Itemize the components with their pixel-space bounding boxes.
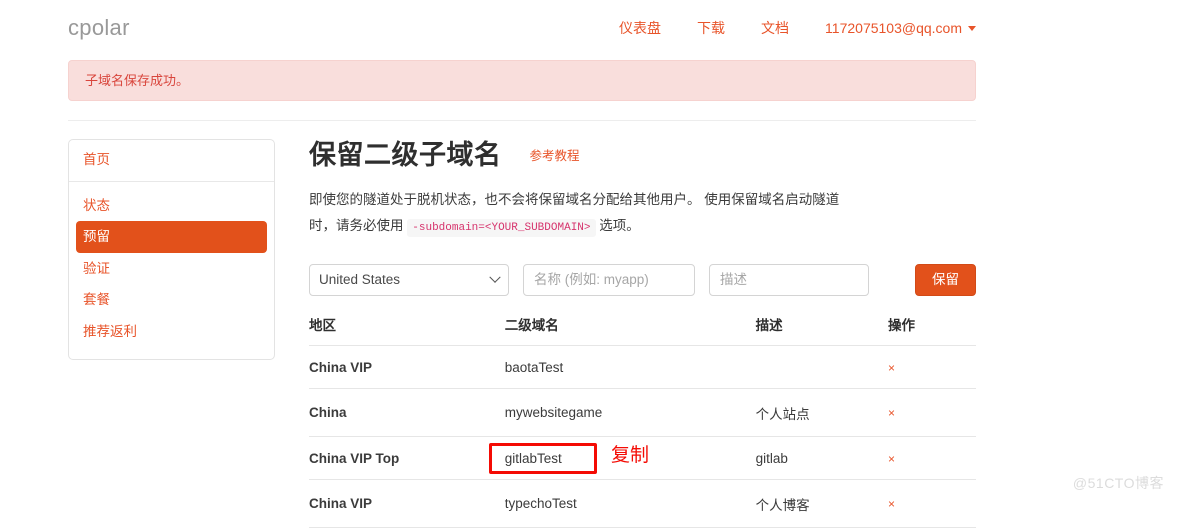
delete-icon[interactable]: × — [888, 497, 895, 511]
sidebar-item-referral[interactable]: 推荐返利 — [76, 316, 267, 348]
description-text-part2: 选项。 — [599, 218, 640, 234]
table-header-row: 地区 二级域名 描述 操作 — [309, 314, 976, 346]
sidebar-item-plans[interactable]: 套餐 — [76, 284, 267, 316]
subdomain-name-input[interactable] — [523, 263, 695, 296]
alert-container: 子域名保存成功。 — [0, 56, 1184, 101]
column-header-region: 地区 — [309, 317, 336, 333]
sidebar-menu: 状态 预留 验证 套餐 推荐返利 — [69, 182, 274, 360]
cell-description: gitlab — [755, 435, 888, 479]
table-row: China VIP Top gitlabTest gitlab × — [309, 435, 976, 479]
cell-action: × — [887, 435, 976, 479]
column-header-description: 描述 — [755, 317, 783, 333]
nav-item-download[interactable]: 下载 — [697, 18, 725, 38]
page-description: 即使您的隧道处于脱机状态，也不会将保留域名分配给其他用户。 使用保留域名启动隧道… — [309, 187, 854, 240]
cell-region: China VIP — [309, 478, 505, 528]
page-layout: 首页 状态 预留 验证 套餐 推荐返利 保留二级子域名 参考教程 即使您的隧道处… — [0, 121, 1184, 528]
tutorial-link[interactable]: 参考教程 — [530, 145, 580, 164]
sidebar: 首页 状态 预留 验证 套餐 推荐返利 — [68, 139, 275, 361]
site-header: cpolar 仪表盘 下载 文档 1172075103@qq.com — [0, 0, 1184, 56]
sidebar-item-verify[interactable]: 验证 — [76, 253, 267, 285]
brand-logo[interactable]: cpolar — [68, 15, 130, 41]
nav-item-dashboard[interactable]: 仪表盘 — [619, 18, 661, 38]
cell-subdomain: mywebsitegame — [504, 387, 756, 436]
sidebar-item-status[interactable]: 状态 — [76, 190, 267, 222]
cell-action: × — [887, 387, 976, 436]
reserve-subdomain-form: United StatesChinaChina VIPChina VIP Top… — [309, 263, 976, 296]
region-select[interactable]: United StatesChinaChina VIPChina VIP Top — [309, 263, 509, 296]
column-header-action: 操作 — [887, 317, 915, 333]
main-navigation: 仪表盘 下载 文档 1172075103@qq.com — [619, 18, 1124, 38]
sidebar-item-home[interactable]: 首页 — [83, 151, 260, 169]
user-account-menu[interactable]: 1172075103@qq.com — [825, 20, 976, 36]
user-email-label: 1172075103@qq.com — [825, 20, 962, 36]
table-body: China VIP baotaTest × China mywebsitegame 个人站… — [309, 344, 976, 528]
title-row: 保留二级子域名 参考教程 — [309, 139, 976, 173]
page-title: 保留二级子域名 — [309, 140, 502, 170]
nav-item-docs[interactable]: 文档 — [761, 18, 789, 38]
subdomain-description-input[interactable] — [709, 263, 869, 296]
sidebar-item-reserved[interactable]: 预留 — [76, 221, 267, 253]
delete-icon[interactable]: × — [888, 361, 895, 375]
cell-subdomain: typechoTest — [504, 478, 756, 528]
table-row: China VIP baotaTest × — [309, 344, 976, 388]
subdomains-table: 地区 二级域名 描述 操作 China VIP baotaTest × China my… — [309, 314, 976, 528]
cell-description: 个人站点 — [755, 387, 888, 436]
table-row: China mywebsitegame 个人站点 × — [309, 387, 976, 436]
subdomain-flag-code: -subdomain=<YOUR_SUBDOMAIN> — [407, 219, 596, 238]
sidebar-section-home: 首页 — [69, 140, 274, 182]
cell-subdomain: baotaTest — [504, 344, 756, 388]
table-row: China VIP typechoTest 个人博客 × — [309, 478, 976, 528]
chevron-down-icon — [968, 25, 976, 31]
reserve-button[interactable]: 保留 — [915, 263, 976, 296]
cell-description: 个人博客 — [755, 478, 888, 528]
cell-region: China — [309, 387, 505, 436]
cell-subdomain: gitlabTest — [504, 435, 756, 479]
table-head: 地区 二级域名 描述 操作 — [309, 314, 976, 346]
cell-region: China VIP — [309, 344, 505, 388]
delete-icon[interactable]: × — [888, 406, 895, 420]
success-alert: 子域名保存成功。 — [68, 60, 976, 101]
region-select-wrapper: United StatesChinaChina VIPChina VIP Top — [309, 263, 509, 296]
cell-region: China VIP Top — [309, 435, 505, 479]
cell-description — [755, 344, 888, 388]
cell-action: × — [887, 478, 976, 528]
cell-action: × — [887, 344, 976, 388]
delete-icon[interactable]: × — [888, 452, 895, 466]
main-content: 保留二级子域名 参考教程 即使您的隧道处于脱机状态，也不会将保留域名分配给其他用… — [275, 139, 976, 528]
column-header-subdomain: 二级域名 — [504, 317, 559, 333]
